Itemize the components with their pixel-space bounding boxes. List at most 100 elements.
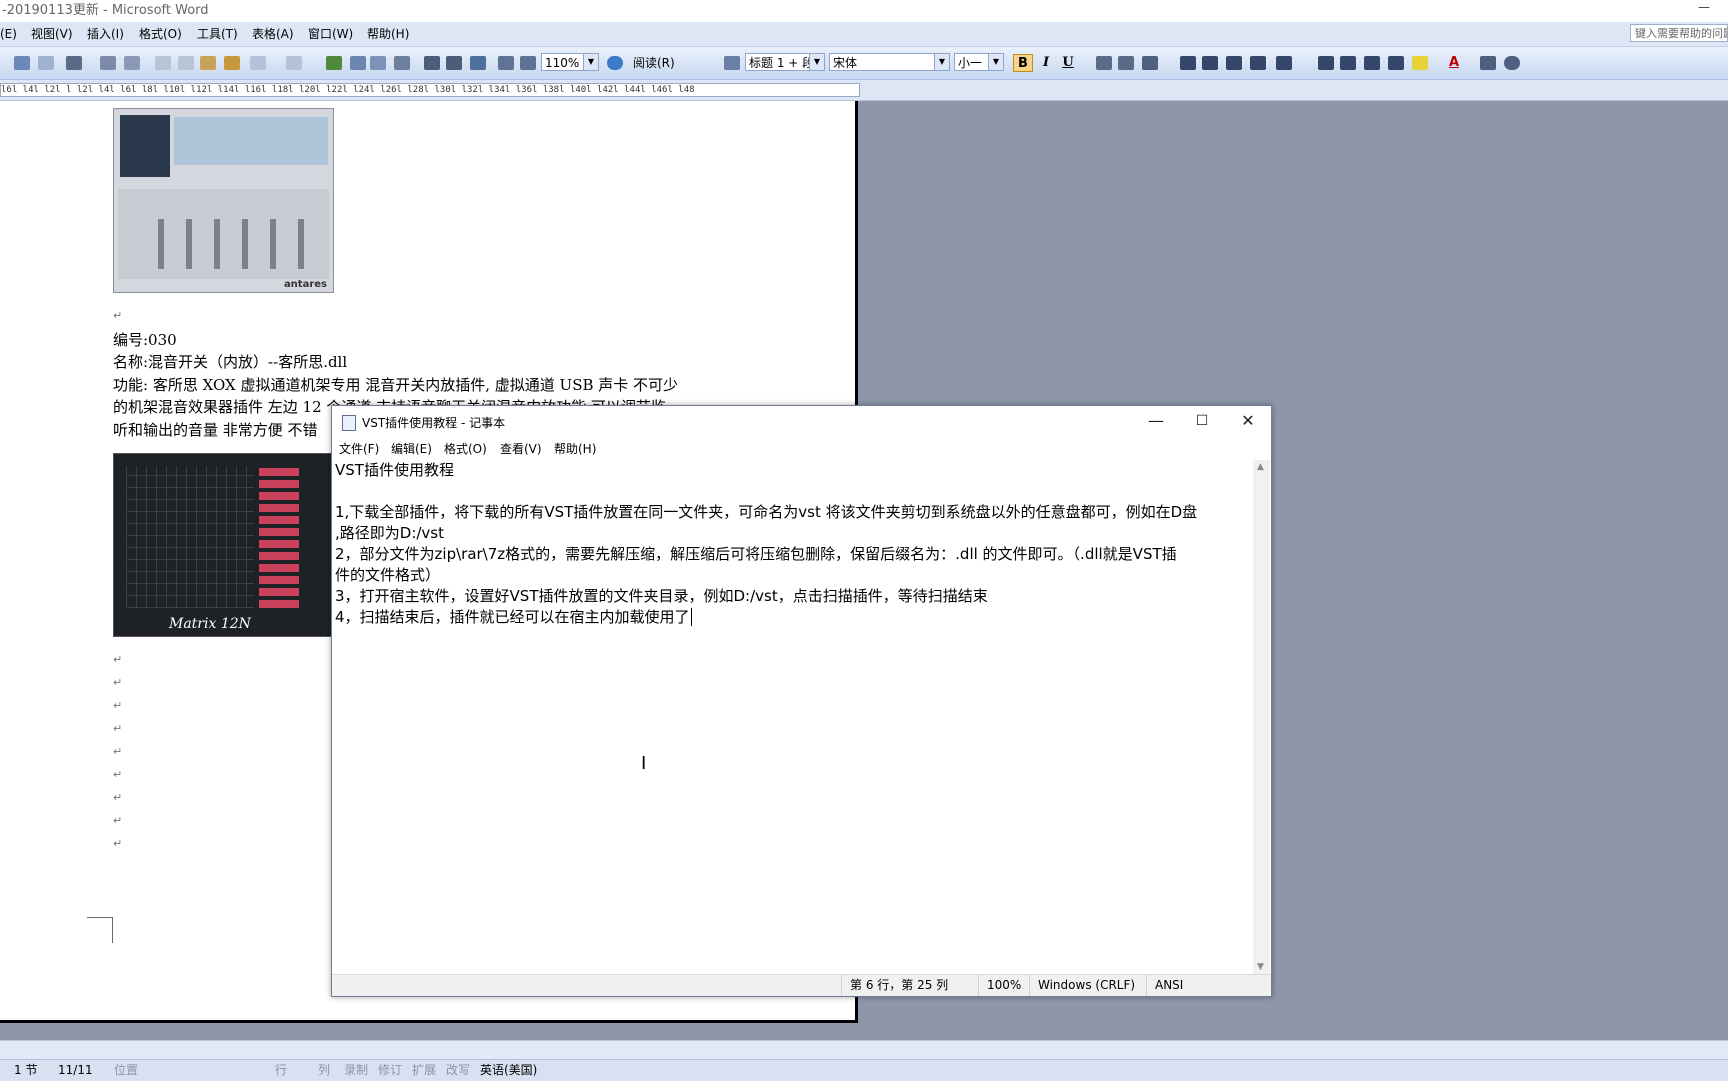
- menu-insert[interactable]: 插入(I): [87, 22, 124, 46]
- notepad-window[interactable]: VST插件使用教程 - 记事本 — ☐ ✕ 文件(F) 编辑(E) 格式(O) …: [331, 405, 1272, 997]
- font-size-select[interactable]: 小一 ▼: [954, 53, 1004, 71]
- menu-window[interactable]: 窗口(W): [308, 22, 353, 46]
- align-left-icon[interactable]: [1180, 56, 1196, 70]
- zoom-select[interactable]: 110% ▼: [541, 53, 599, 71]
- minimize-button[interactable]: —: [1133, 406, 1179, 436]
- status-track-changes[interactable]: 修订: [378, 1060, 402, 1081]
- spelling-icon[interactable]: [100, 56, 116, 70]
- chevron-down-icon: ▼: [988, 54, 1003, 70]
- status-record[interactable]: 录制: [344, 1060, 368, 1081]
- numbering-icon[interactable]: [1318, 56, 1334, 70]
- status-page: 11/11: [58, 1063, 93, 1077]
- word-minimize-button[interactable]: —: [1694, 0, 1714, 22]
- align-right-icon[interactable]: [1226, 56, 1242, 70]
- traditional-chinese-icon[interactable]: [66, 56, 82, 70]
- np-menu-help[interactable]: 帮助(H): [554, 440, 596, 458]
- np-menu-edit[interactable]: 编辑(E): [391, 440, 432, 458]
- font-size-value: 小一: [958, 56, 983, 70]
- align-center-icon[interactable]: [1202, 56, 1218, 70]
- italic-button[interactable]: I: [1036, 54, 1056, 72]
- np-menu-file[interactable]: 文件(F): [339, 440, 379, 458]
- line-spacing-icon[interactable]: [1276, 56, 1292, 70]
- font-select[interactable]: 宋体 ▼: [829, 53, 950, 71]
- format-painter-icon[interactable]: [224, 56, 240, 70]
- justify-icon[interactable]: [1250, 56, 1266, 70]
- menu-tools[interactable]: 工具(T): [197, 22, 238, 46]
- highlight-icon[interactable]: [1412, 56, 1428, 70]
- maximize-button[interactable]: ☐: [1179, 406, 1225, 436]
- hyperlink-icon[interactable]: [326, 56, 342, 70]
- redo-icon[interactable]: [286, 56, 302, 70]
- text-line: 3，打开宿主软件，设置好VST插件放置的文件夹目录，例如D:/vst，点击扫描插…: [335, 587, 988, 605]
- enclose-characters-icon[interactable]: [1504, 56, 1520, 70]
- print-icon[interactable]: [14, 56, 30, 70]
- phonetic-guide-icon[interactable]: [1480, 56, 1496, 70]
- paragraph-mark: ↵: [113, 722, 123, 735]
- horizontal-ruler[interactable]: l6l l4l l2l l l2l l4l l6l l8l l10l l12l …: [0, 80, 1728, 101]
- menu-format[interactable]: 格式(O): [139, 22, 182, 46]
- horizontal-scrollbar[interactable]: [0, 1040, 1728, 1059]
- paragraph-mark: ↵: [113, 814, 123, 827]
- tables-borders-icon[interactable]: [350, 56, 366, 70]
- document-map-icon[interactable]: [470, 56, 486, 70]
- character-border-icon[interactable]: [1096, 56, 1112, 70]
- ink-icon[interactable]: [520, 56, 536, 70]
- notepad-text-area[interactable]: VST插件使用教程 1,下载全部插件，将下载的所有VST插件放置在同一文件夹，可…: [332, 460, 1253, 974]
- paste-icon[interactable]: [200, 56, 216, 70]
- notepad-vertical-scrollbar[interactable]: ▲ ▼: [1253, 460, 1270, 974]
- np-status-position: 第 6 行，第 25 列: [841, 975, 973, 996]
- notepad-title-bar[interactable]: VST插件使用教程 - 记事本 — ☐ ✕: [332, 406, 1271, 438]
- styles-pane-icon[interactable]: [724, 56, 740, 70]
- help-search-input[interactable]: 键入需要帮助的问题: [1630, 24, 1728, 42]
- insert-table-icon[interactable]: [370, 56, 386, 70]
- help-icon[interactable]: [607, 56, 623, 70]
- plugin-slider-panel: [118, 189, 329, 279]
- font-color-button[interactable]: A: [1444, 54, 1464, 72]
- menu-view[interactable]: 视图(V): [31, 22, 73, 46]
- scroll-down-icon[interactable]: ▼: [1257, 962, 1264, 972]
- paragraph-mark: ↵: [113, 768, 123, 781]
- paragraph-mark: ↵: [113, 309, 123, 322]
- np-menu-view[interactable]: 查看(V): [500, 440, 542, 458]
- drawing-icon[interactable]: [446, 56, 462, 70]
- menu-edit[interactable]: (E): [0, 22, 17, 46]
- np-status-line-ending: Windows (CRLF): [1029, 975, 1138, 996]
- read-mode-button[interactable]: 阅读(R): [633, 56, 675, 70]
- bold-button[interactable]: B: [1013, 54, 1033, 72]
- text-line: 1,下载全部插件，将下载的所有VST插件放置在同一文件夹，可命名为vst 将该文…: [335, 503, 1198, 521]
- insert-excel-icon[interactable]: [394, 56, 410, 70]
- print-preview-icon[interactable]: [38, 56, 54, 70]
- status-overtype[interactable]: 改写: [446, 1060, 470, 1081]
- plugin-image-matrix[interactable]: Matrix 12N: [113, 453, 335, 637]
- close-button[interactable]: ✕: [1225, 406, 1271, 436]
- underline-button[interactable]: U: [1058, 54, 1078, 72]
- menu-table[interactable]: 表格(A): [252, 22, 294, 46]
- notepad-icon: [342, 415, 356, 431]
- np-menu-format[interactable]: 格式(O): [444, 440, 487, 458]
- research-icon[interactable]: [124, 56, 140, 70]
- status-extend[interactable]: 扩展: [412, 1060, 436, 1081]
- style-select[interactable]: 标题 1 + 段 ▼: [745, 53, 825, 71]
- increase-indent-icon[interactable]: [1388, 56, 1404, 70]
- cut-icon[interactable]: [155, 56, 171, 70]
- character-scale-icon[interactable]: [1142, 56, 1158, 70]
- character-shading-icon[interactable]: [1118, 56, 1134, 70]
- word-status-bar: 1 节 11/11 位置 行 列 录制 修订 扩展 改写 英语(美国): [0, 1059, 1728, 1081]
- undo-icon[interactable]: [250, 56, 266, 70]
- decrease-indent-icon[interactable]: [1364, 56, 1380, 70]
- columns-icon[interactable]: [424, 56, 440, 70]
- notepad-title: VST插件使用教程 - 记事本: [362, 416, 506, 430]
- menu-help[interactable]: 帮助(H): [367, 22, 409, 46]
- doc-line-number: 编号:030: [113, 331, 177, 349]
- copy-icon[interactable]: [178, 56, 194, 70]
- text-line: ,路径即为D:/vst: [335, 524, 444, 542]
- status-section: 1 节: [14, 1063, 38, 1077]
- bullets-icon[interactable]: [1340, 56, 1356, 70]
- scroll-up-icon[interactable]: ▲: [1257, 462, 1264, 472]
- notepad-menu-bar: 文件(F) 编辑(E) 格式(O) 查看(V) 帮助(H): [332, 438, 1271, 460]
- matrix-logo: Matrix 12N: [169, 616, 251, 632]
- word-toolbar: 110% ▼ 阅读(R) 标题 1 + 段 ▼ 宋体 ▼ 小一 ▼ B I U …: [0, 47, 1728, 80]
- singer-photo: [120, 115, 170, 177]
- plugin-image-antares[interactable]: antares: [113, 108, 334, 293]
- show-hide-icon[interactable]: [498, 56, 514, 70]
